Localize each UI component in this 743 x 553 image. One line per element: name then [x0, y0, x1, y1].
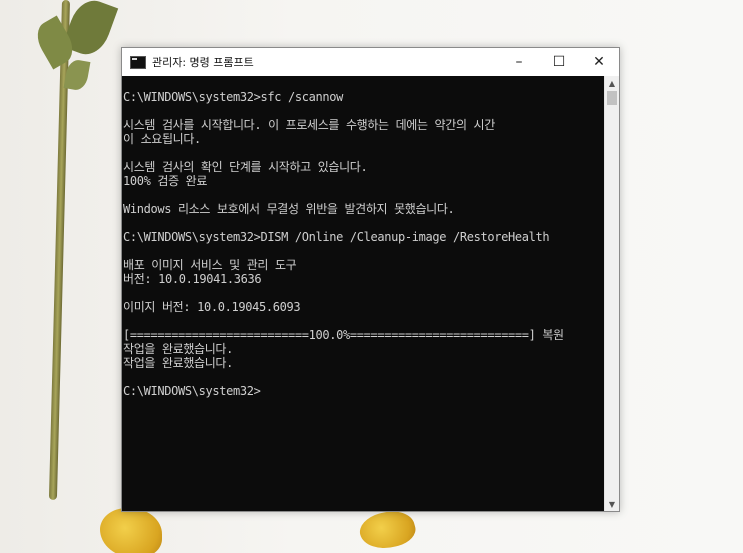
minimize-icon: – [515, 54, 523, 70]
maximize-button[interactable]: ☐ [539, 48, 579, 76]
console-line: 배포 이미지 서비스 및 관리 도구 [123, 258, 297, 272]
scroll-up-icon: ▲ [608, 78, 616, 88]
scroll-down-icon: ▼ [608, 499, 616, 509]
scrollbar-thumb[interactable] [607, 91, 617, 105]
console-line: 시스템 검사를 시작합니다. 이 프로세스를 수행하는 데에는 약간의 시간 [123, 118, 495, 132]
console-line: 100% 검증 완료 [123, 174, 208, 188]
scroll-down-button[interactable]: ▼ [605, 497, 619, 511]
close-icon: ✕ [593, 54, 605, 70]
title-bar[interactable]: 관리자: 명령 프롬프트 – ☐ ✕ [122, 48, 619, 76]
console-line: 이미지 버전: 10.0.19045.6093 [123, 300, 301, 314]
minimize-button[interactable]: – [499, 48, 539, 76]
console-line: C:\WINDOWS\system32> [123, 384, 261, 398]
command-prompt-window[interactable]: 관리자: 명령 프롬프트 – ☐ ✕ C:\WINDOWS\system32>s… [121, 47, 620, 512]
console-line: 작업을 완료했습니다. [123, 356, 233, 370]
console-text: C:\WINDOWS\system32>sfc /scannow 시스템 검사를… [122, 76, 605, 398]
console-line: 이 소요됩니다. [123, 132, 201, 146]
console-line: Windows 리소스 보호에서 무결성 위반을 발견하지 못했습니다. [123, 202, 455, 216]
vertical-scrollbar[interactable]: ▲ ▼ [604, 76, 619, 511]
close-button[interactable]: ✕ [579, 48, 619, 76]
cmd-app-icon[interactable] [130, 55, 146, 69]
console-line: 작업을 완료했습니다. [123, 342, 233, 356]
scroll-up-button[interactable]: ▲ [605, 76, 619, 90]
maximize-icon: ☐ [552, 54, 566, 70]
console-output[interactable]: C:\WINDOWS\system32>sfc /scannow 시스템 검사를… [122, 76, 605, 511]
console-line: C:\WINDOWS\system32>DISM /Online /Cleanu… [123, 230, 550, 244]
console-line: 시스템 검사의 확인 단계를 시작하고 있습니다. [123, 160, 368, 174]
console-line: 버전: 10.0.19041.3636 [123, 272, 262, 286]
console-line: [==========================100.0%=======… [123, 328, 564, 342]
window-controls: – ☐ ✕ [499, 48, 619, 76]
console-line: C:\WINDOWS\system32>sfc /scannow [123, 90, 343, 104]
window-title: 관리자: 명령 프롬프트 [152, 56, 254, 69]
